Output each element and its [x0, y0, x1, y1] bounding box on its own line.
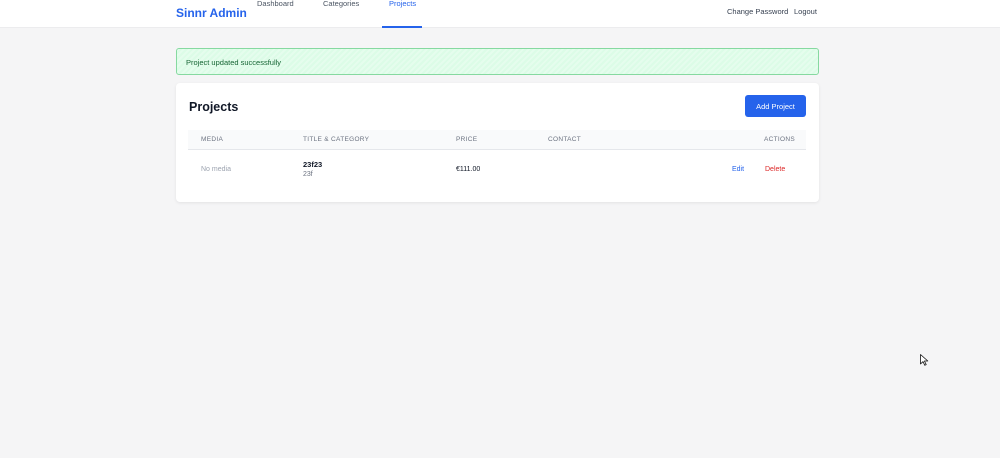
page-title: Projects — [189, 100, 239, 114]
nav-projects[interactable]: Projects — [389, 0, 416, 28]
column-header-contact: CONTACT — [548, 136, 582, 143]
project-category: 23f — [303, 171, 313, 178]
table-row: No media 23f23 23f €111.00 Edit Delete — [188, 150, 806, 190]
column-header-price: PRICE — [456, 136, 478, 143]
top-navigation-bar: Sinnr Admin Dashboard Categories Project… — [0, 0, 1000, 28]
logout-link[interactable]: Logout — [794, 7, 817, 16]
column-header-title-category: TITLE & CATEGORY — [303, 136, 370, 143]
nav-categories[interactable]: Categories — [323, 0, 359, 28]
nav-dashboard[interactable]: Dashboard — [257, 0, 294, 28]
edit-link[interactable]: Edit — [732, 166, 744, 173]
change-password-link[interactable]: Change Password — [727, 7, 788, 16]
projects-card: Projects Add Project MEDIA TITLE & CATEG… — [176, 83, 819, 202]
media-cell: No media — [201, 166, 231, 173]
price-cell: €111.00 — [456, 166, 481, 173]
column-header-actions: ACTIONS — [764, 136, 795, 143]
mouse-cursor-icon — [920, 354, 929, 366]
add-project-button[interactable]: Add Project — [745, 95, 806, 117]
active-nav-indicator — [382, 26, 422, 28]
alert-message: Project updated successfully — [186, 58, 282, 67]
delete-link[interactable]: Delete — [765, 166, 785, 173]
project-title: 23f23 — [303, 160, 323, 169]
column-header-media: MEDIA — [201, 136, 224, 143]
success-alert: Project updated successfully — [176, 48, 819, 75]
table-header: MEDIA TITLE & CATEGORY PRICE CONTACT ACT… — [188, 130, 806, 150]
brand-logo[interactable]: Sinnr Admin — [176, 6, 247, 20]
